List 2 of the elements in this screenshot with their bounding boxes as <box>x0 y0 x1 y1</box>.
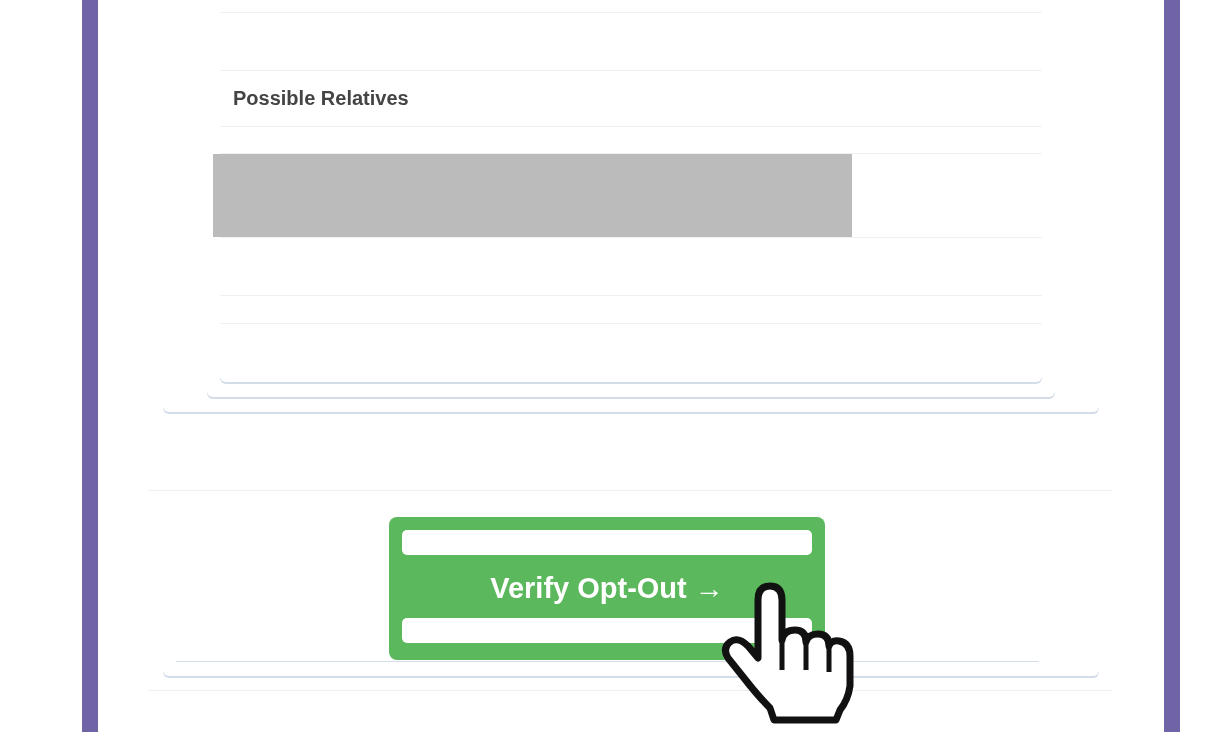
verify-opt-out-button[interactable]: Verify Opt-Out → <box>389 517 825 660</box>
section-heading: Possible Relatives <box>233 87 409 110</box>
